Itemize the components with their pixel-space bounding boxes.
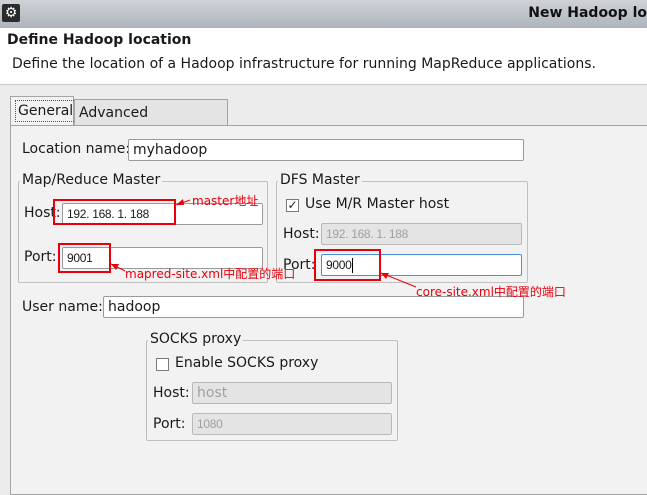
arrowhead-master-host	[176, 199, 184, 205]
annotation-master-address: master地址	[192, 194, 259, 208]
annotation-mapred-port: mapred-site.xml中配置的端口	[125, 267, 296, 281]
annotation-arrows	[110, 199, 417, 288]
annotation-core-port: core-site.xml中配置的端口	[416, 285, 566, 299]
